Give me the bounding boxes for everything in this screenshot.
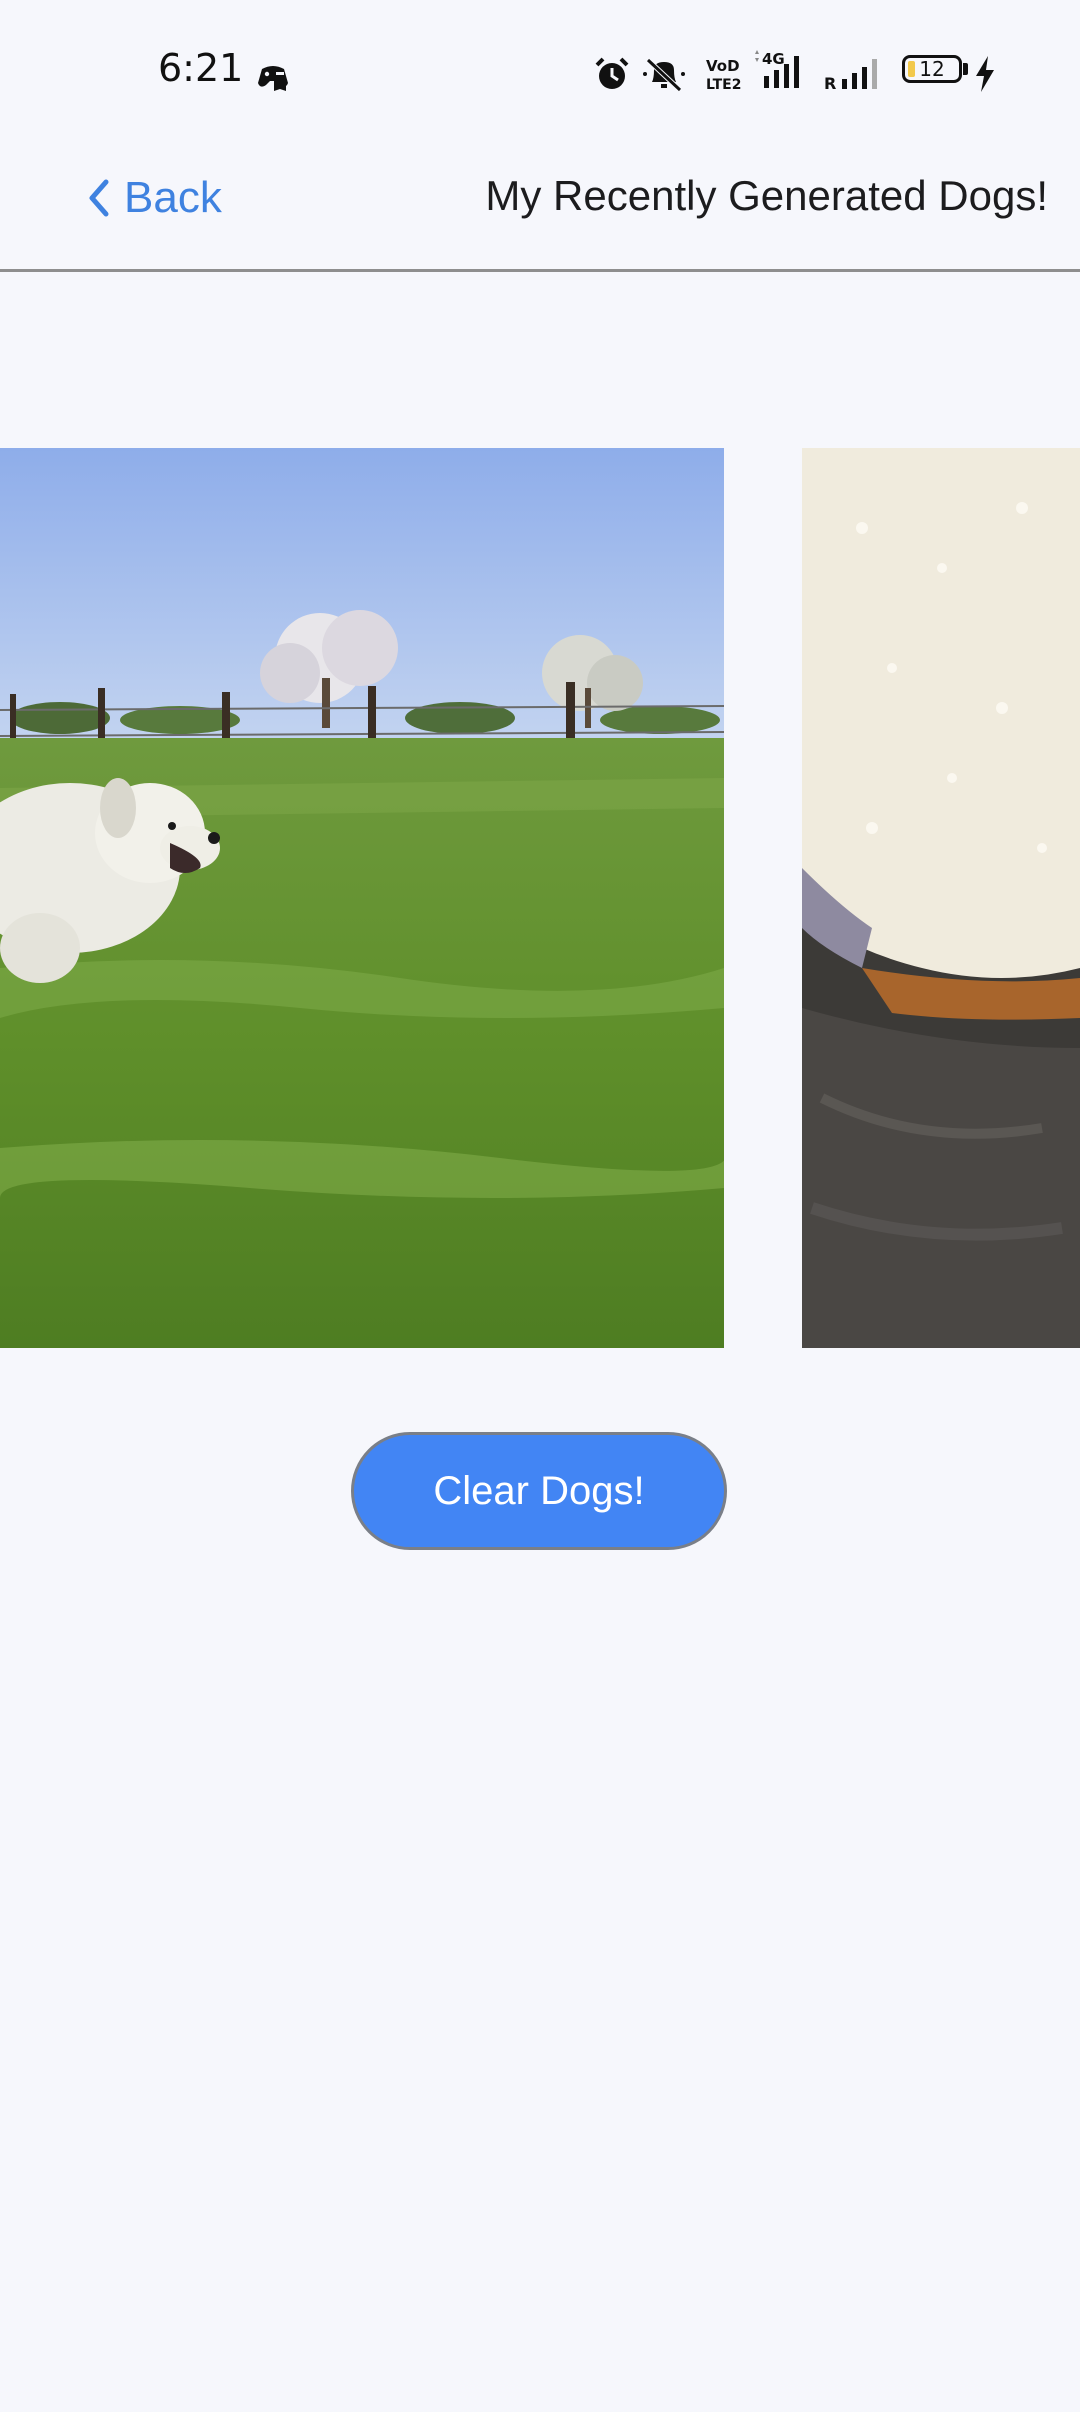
svg-text:4G: 4G xyxy=(762,50,785,68)
dog-photo-grass-field xyxy=(0,448,724,1348)
svg-text:VoD: VoD xyxy=(706,57,740,75)
muted-bell-icon xyxy=(643,58,685,92)
volte-icon: VoD LTE2 xyxy=(706,57,741,93)
dog-image-card[interactable] xyxy=(0,448,724,1348)
charging-bolt-icon xyxy=(976,56,994,92)
page-title: My Recently Generated Dogs! xyxy=(485,172,1048,219)
dog-image-carousel[interactable] xyxy=(0,448,1080,1348)
back-label: Back xyxy=(124,173,222,222)
battery-level: 12 xyxy=(919,57,945,81)
battery-icon: 12 xyxy=(902,55,962,83)
signal-roaming-icon: R xyxy=(824,59,877,92)
signal-4g-icon: 4G xyxy=(755,50,799,88)
chevron-left-icon xyxy=(89,179,109,217)
status-bar: 6:21 VoD LTE2 4G R 12 xyxy=(0,0,1080,120)
game-controller-icon xyxy=(258,66,288,91)
dog-image-card[interactable] xyxy=(802,448,1080,1348)
alarm-icon xyxy=(595,57,629,89)
app-screen: 6:21 VoD LTE2 4G R 12 Back My Recently G… xyxy=(0,0,1080,2412)
nav-header: Back My Recently Generated Dogs! xyxy=(0,120,1080,272)
battery-cap xyxy=(963,63,968,75)
dog-photo-fur-closeup xyxy=(802,448,1080,1348)
back-button[interactable]: Back xyxy=(88,170,222,226)
svg-text:LTE2: LTE2 xyxy=(706,77,741,93)
status-time: 6:21 xyxy=(158,46,244,90)
clear-dogs-button[interactable]: Clear Dogs! xyxy=(351,1432,727,1550)
svg-text:R: R xyxy=(824,74,836,92)
